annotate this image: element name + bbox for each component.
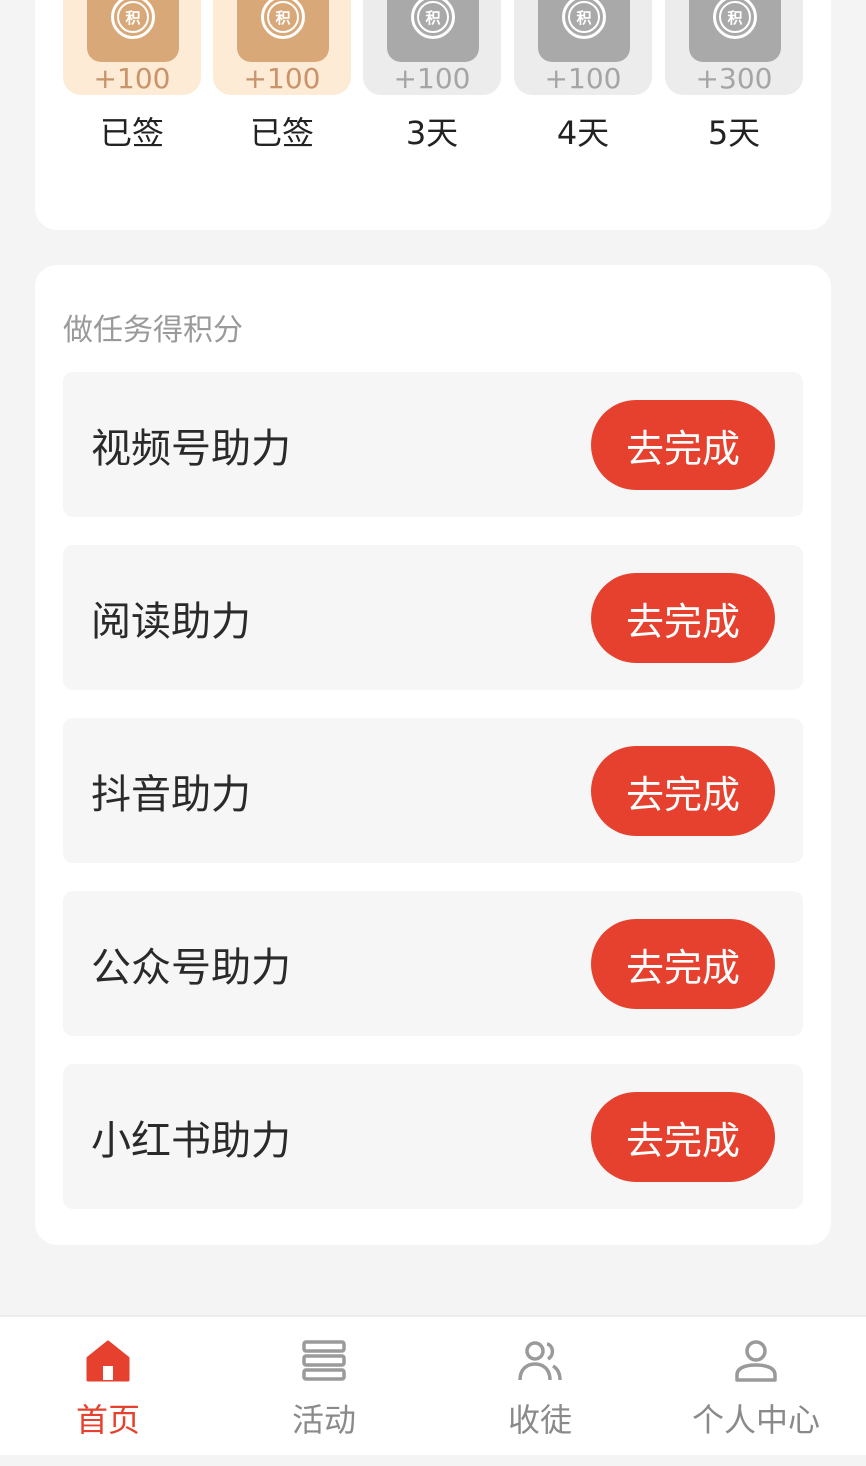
badge-text: 积 xyxy=(267,1,299,33)
complete-task-button[interactable]: 去完成 xyxy=(591,1092,775,1182)
badge-text: 积 xyxy=(568,1,600,33)
points-coin: 积 xyxy=(538,0,630,62)
points-badge-icon: 积 xyxy=(261,0,305,39)
task-row-reading: 阅读助力 去完成 xyxy=(63,545,803,690)
tasks-card: 做任务得积分 视频号助力 去完成 阅读助力 去完成 抖音助力 去完成 公众号助力… xyxy=(35,265,831,1245)
points-badge-icon: 积 xyxy=(713,0,757,39)
day-points: +100 xyxy=(93,62,171,95)
day-label: 4天 xyxy=(556,114,610,152)
task-row-xiaohongshu: 小红书助力 去完成 xyxy=(63,1064,803,1209)
bottom-tab-bar: 首页 活动 收徒 个人中心 xyxy=(0,1315,866,1455)
tab-profile[interactable]: 个人中心 xyxy=(648,1317,864,1455)
section-title: 做任务得积分 xyxy=(63,313,243,348)
complete-task-button[interactable]: 去完成 xyxy=(591,400,775,490)
signin-day-5[interactable]: 积 +300 xyxy=(665,0,803,95)
signin-card: 积 +100 已签 积 +100 已签 积 +100 3天 积 +100 4天 … xyxy=(35,0,831,230)
badge-text: 积 xyxy=(719,1,751,33)
day-label: 3天 xyxy=(405,114,459,152)
signin-day-1[interactable]: 积 +100 xyxy=(63,0,201,95)
points-badge-icon: 积 xyxy=(562,0,606,39)
tab-home[interactable]: 首页 xyxy=(0,1317,216,1455)
badge-text: 积 xyxy=(417,1,449,33)
task-label: 小红书助力 xyxy=(91,1117,291,1164)
signin-day-2[interactable]: 积 +100 xyxy=(213,0,351,95)
points-coin: 积 xyxy=(689,0,781,62)
list-icon xyxy=(302,1340,346,1381)
points-coin: 积 xyxy=(237,0,329,62)
task-row-official-account: 公众号助力 去完成 xyxy=(63,891,803,1036)
tab-label: 个人中心 xyxy=(691,1401,820,1439)
complete-task-button[interactable]: 去完成 xyxy=(591,919,775,1009)
complete-task-button[interactable]: 去完成 xyxy=(591,746,775,836)
user-icon xyxy=(735,1340,777,1382)
points-badge-icon: 积 xyxy=(411,0,455,39)
signin-day-3[interactable]: 积 +100 xyxy=(363,0,501,95)
task-label: 公众号助力 xyxy=(91,944,291,991)
tab-activity[interactable]: 活动 xyxy=(216,1317,432,1455)
home-icon xyxy=(86,1340,130,1382)
day-points: +300 xyxy=(695,62,773,95)
complete-task-button[interactable]: 去完成 xyxy=(591,573,775,663)
task-row-douyin: 抖音助力 去完成 xyxy=(63,718,803,863)
badge-text: 积 xyxy=(117,1,149,33)
signin-day-4[interactable]: 积 +100 xyxy=(514,0,652,95)
tab-apprentice[interactable]: 收徒 xyxy=(432,1317,648,1455)
day-label: 已签 xyxy=(99,114,164,152)
task-label: 阅读助力 xyxy=(91,598,251,645)
tab-label: 收徒 xyxy=(507,1401,572,1439)
task-row-video-channel: 视频号助力 去完成 xyxy=(63,372,803,517)
points-badge-icon: 积 xyxy=(111,0,155,39)
day-label: 5天 xyxy=(707,114,761,152)
tab-label: 活动 xyxy=(291,1401,356,1439)
task-label: 抖音助力 xyxy=(91,771,251,818)
tab-label: 首页 xyxy=(75,1401,140,1439)
day-label: 已签 xyxy=(249,114,314,152)
day-points: +100 xyxy=(393,62,471,95)
day-points: +100 xyxy=(243,62,321,95)
task-label: 视频号助力 xyxy=(91,425,291,472)
points-coin: 积 xyxy=(87,0,179,62)
day-points: +100 xyxy=(544,62,622,95)
users-icon xyxy=(518,1341,562,1381)
points-coin: 积 xyxy=(387,0,479,62)
